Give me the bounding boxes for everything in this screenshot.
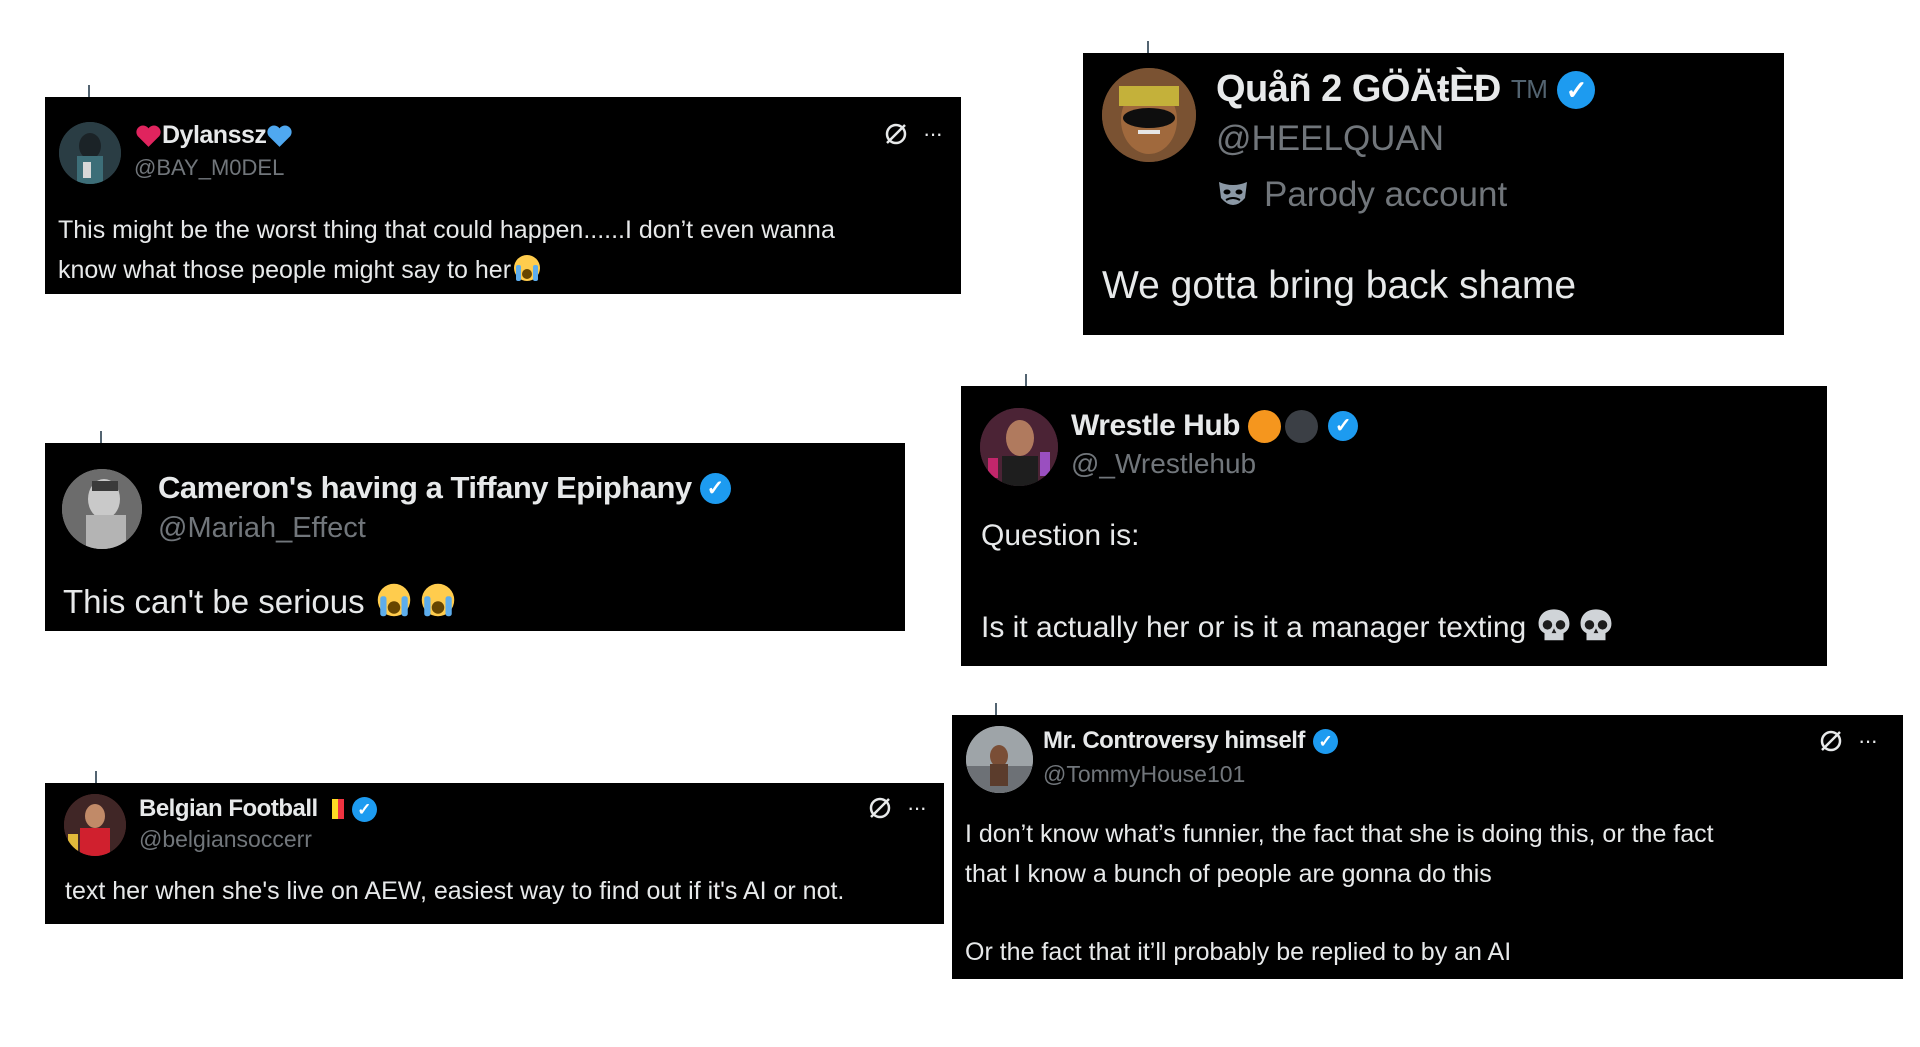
display-name[interactable]: Quåñ 2 GÖÄŧÈÐ TM ✓ bbox=[1216, 68, 1596, 111]
more-icon[interactable]: ··· bbox=[923, 121, 943, 147]
tweet-actions: ··· bbox=[883, 121, 943, 147]
handle[interactable]: @Mariah_Effect bbox=[158, 512, 366, 545]
grok-icon[interactable] bbox=[883, 121, 909, 147]
parody-account-label: Parody account bbox=[1216, 175, 1507, 215]
tweet-text: This might be the worst thing that could… bbox=[58, 210, 835, 290]
avatar[interactable] bbox=[62, 469, 142, 549]
tweet-actions: ··· bbox=[867, 795, 927, 821]
thread-line bbox=[100, 431, 102, 443]
verified-badge-icon: ✓ bbox=[699, 472, 731, 504]
tweet-text: I don’t know what’s funnier, the fact th… bbox=[965, 814, 1714, 972]
avatar[interactable] bbox=[64, 794, 126, 856]
verified-badge-icon: ✓ bbox=[1312, 728, 1338, 754]
tweet-text-line: Or the fact that it’ll probably be repli… bbox=[965, 938, 1512, 966]
handle[interactable]: @_Wrestlehub bbox=[1071, 448, 1256, 480]
tweet-actions: ··· bbox=[1818, 728, 1878, 754]
tweet-text-line: Question is: bbox=[981, 519, 1140, 552]
handle[interactable]: @TommyHouse101 bbox=[1043, 761, 1245, 788]
verified-badge-icon: ✓ bbox=[1327, 411, 1358, 441]
display-name[interactable]: Dylanssz bbox=[135, 121, 293, 150]
display-name[interactable]: Cameron's having a Tiffany Epiphany ✓ bbox=[158, 470, 731, 506]
tweet-card-heelquan[interactable]: Quåñ 2 GÖÄŧÈÐ TM ✓ @HEELQUAN Parody acco… bbox=[1083, 41, 1784, 335]
red-heart-icon bbox=[136, 125, 161, 147]
skull-emoji bbox=[1580, 609, 1612, 641]
trademark-suffix: TM bbox=[1510, 74, 1548, 104]
tweet-text-line: This might be the worst thing that could… bbox=[58, 216, 835, 244]
handle[interactable]: @belgiansoccerr bbox=[139, 826, 312, 853]
avatar[interactable] bbox=[59, 122, 121, 184]
tweet-text-line: Is it actually her or is it a manager te… bbox=[981, 605, 1615, 651]
tweet-card-wrestlehub[interactable]: Wrestle Hub ✓ @_Wrestlehub Question is: … bbox=[961, 374, 1827, 666]
dark-circle-icon bbox=[1284, 409, 1318, 443]
tweet-text-line: know what those people might say to her bbox=[58, 250, 835, 290]
handle[interactable]: @BAY_M0DEL bbox=[134, 155, 284, 181]
tweet-card-belgiansoccerr[interactable]: Belgian Football ✓ @belgiansoccerr ··· t… bbox=[45, 771, 944, 924]
thread-line bbox=[88, 85, 90, 97]
tweet-text-blank-line bbox=[965, 894, 1714, 932]
display-name[interactable]: Belgian Football ✓ bbox=[139, 795, 377, 823]
crying-face-emoji bbox=[377, 583, 411, 617]
tweet-card-tommyhouse101[interactable]: Mr. Controversy himself ✓ @TommyHouse101… bbox=[952, 703, 1903, 979]
thread-line bbox=[1147, 41, 1149, 53]
belgium-flag-icon bbox=[325, 799, 344, 819]
tweet-text-blank-line bbox=[981, 559, 1615, 605]
thread-line bbox=[995, 703, 997, 715]
tweet-card-dylanssz[interactable]: Dylanssz @BAY_M0DEL ··· This might be th… bbox=[45, 85, 961, 294]
skull-emoji bbox=[1538, 609, 1570, 641]
tweet-text: text her when she's live on AEW, easiest… bbox=[65, 877, 845, 905]
crying-face-emoji bbox=[421, 583, 455, 617]
tweet-text: We gotta bring back shame bbox=[1102, 264, 1577, 307]
more-icon[interactable]: ··· bbox=[907, 795, 927, 821]
display-name[interactable]: Wrestle Hub ✓ bbox=[1071, 409, 1358, 443]
blue-heart-icon bbox=[267, 125, 293, 147]
tweet-text-line: that I know a bunch of people are gonna … bbox=[965, 860, 1492, 888]
display-name[interactable]: Mr. Controversy himself ✓ bbox=[1043, 727, 1338, 755]
verified-badge-icon: ✓ bbox=[1557, 70, 1596, 109]
avatar[interactable] bbox=[980, 408, 1058, 486]
orange-circle-icon bbox=[1247, 409, 1281, 443]
avatar[interactable] bbox=[966, 726, 1033, 793]
parody-mask-icon bbox=[1219, 182, 1247, 205]
tweet-card-mariah-effect[interactable]: Cameron's having a Tiffany Epiphany ✓ @M… bbox=[45, 431, 905, 631]
tweet-text-line: I don’t know what’s funnier, the fact th… bbox=[965, 820, 1714, 848]
avatar[interactable] bbox=[1102, 68, 1196, 162]
tweet-text: Question is: Is it actually her or is it… bbox=[981, 513, 1615, 651]
crying-face-emoji bbox=[514, 255, 541, 281]
tweet-text: This can't be serious bbox=[63, 581, 458, 621]
grok-icon[interactable] bbox=[1818, 728, 1844, 754]
thread-line bbox=[1025, 374, 1027, 386]
verified-badge-icon: ✓ bbox=[351, 796, 377, 822]
more-icon[interactable]: ··· bbox=[1858, 728, 1878, 754]
thread-line bbox=[95, 771, 97, 783]
grok-icon[interactable] bbox=[867, 795, 893, 821]
handle[interactable]: @HEELQUAN bbox=[1216, 119, 1444, 159]
